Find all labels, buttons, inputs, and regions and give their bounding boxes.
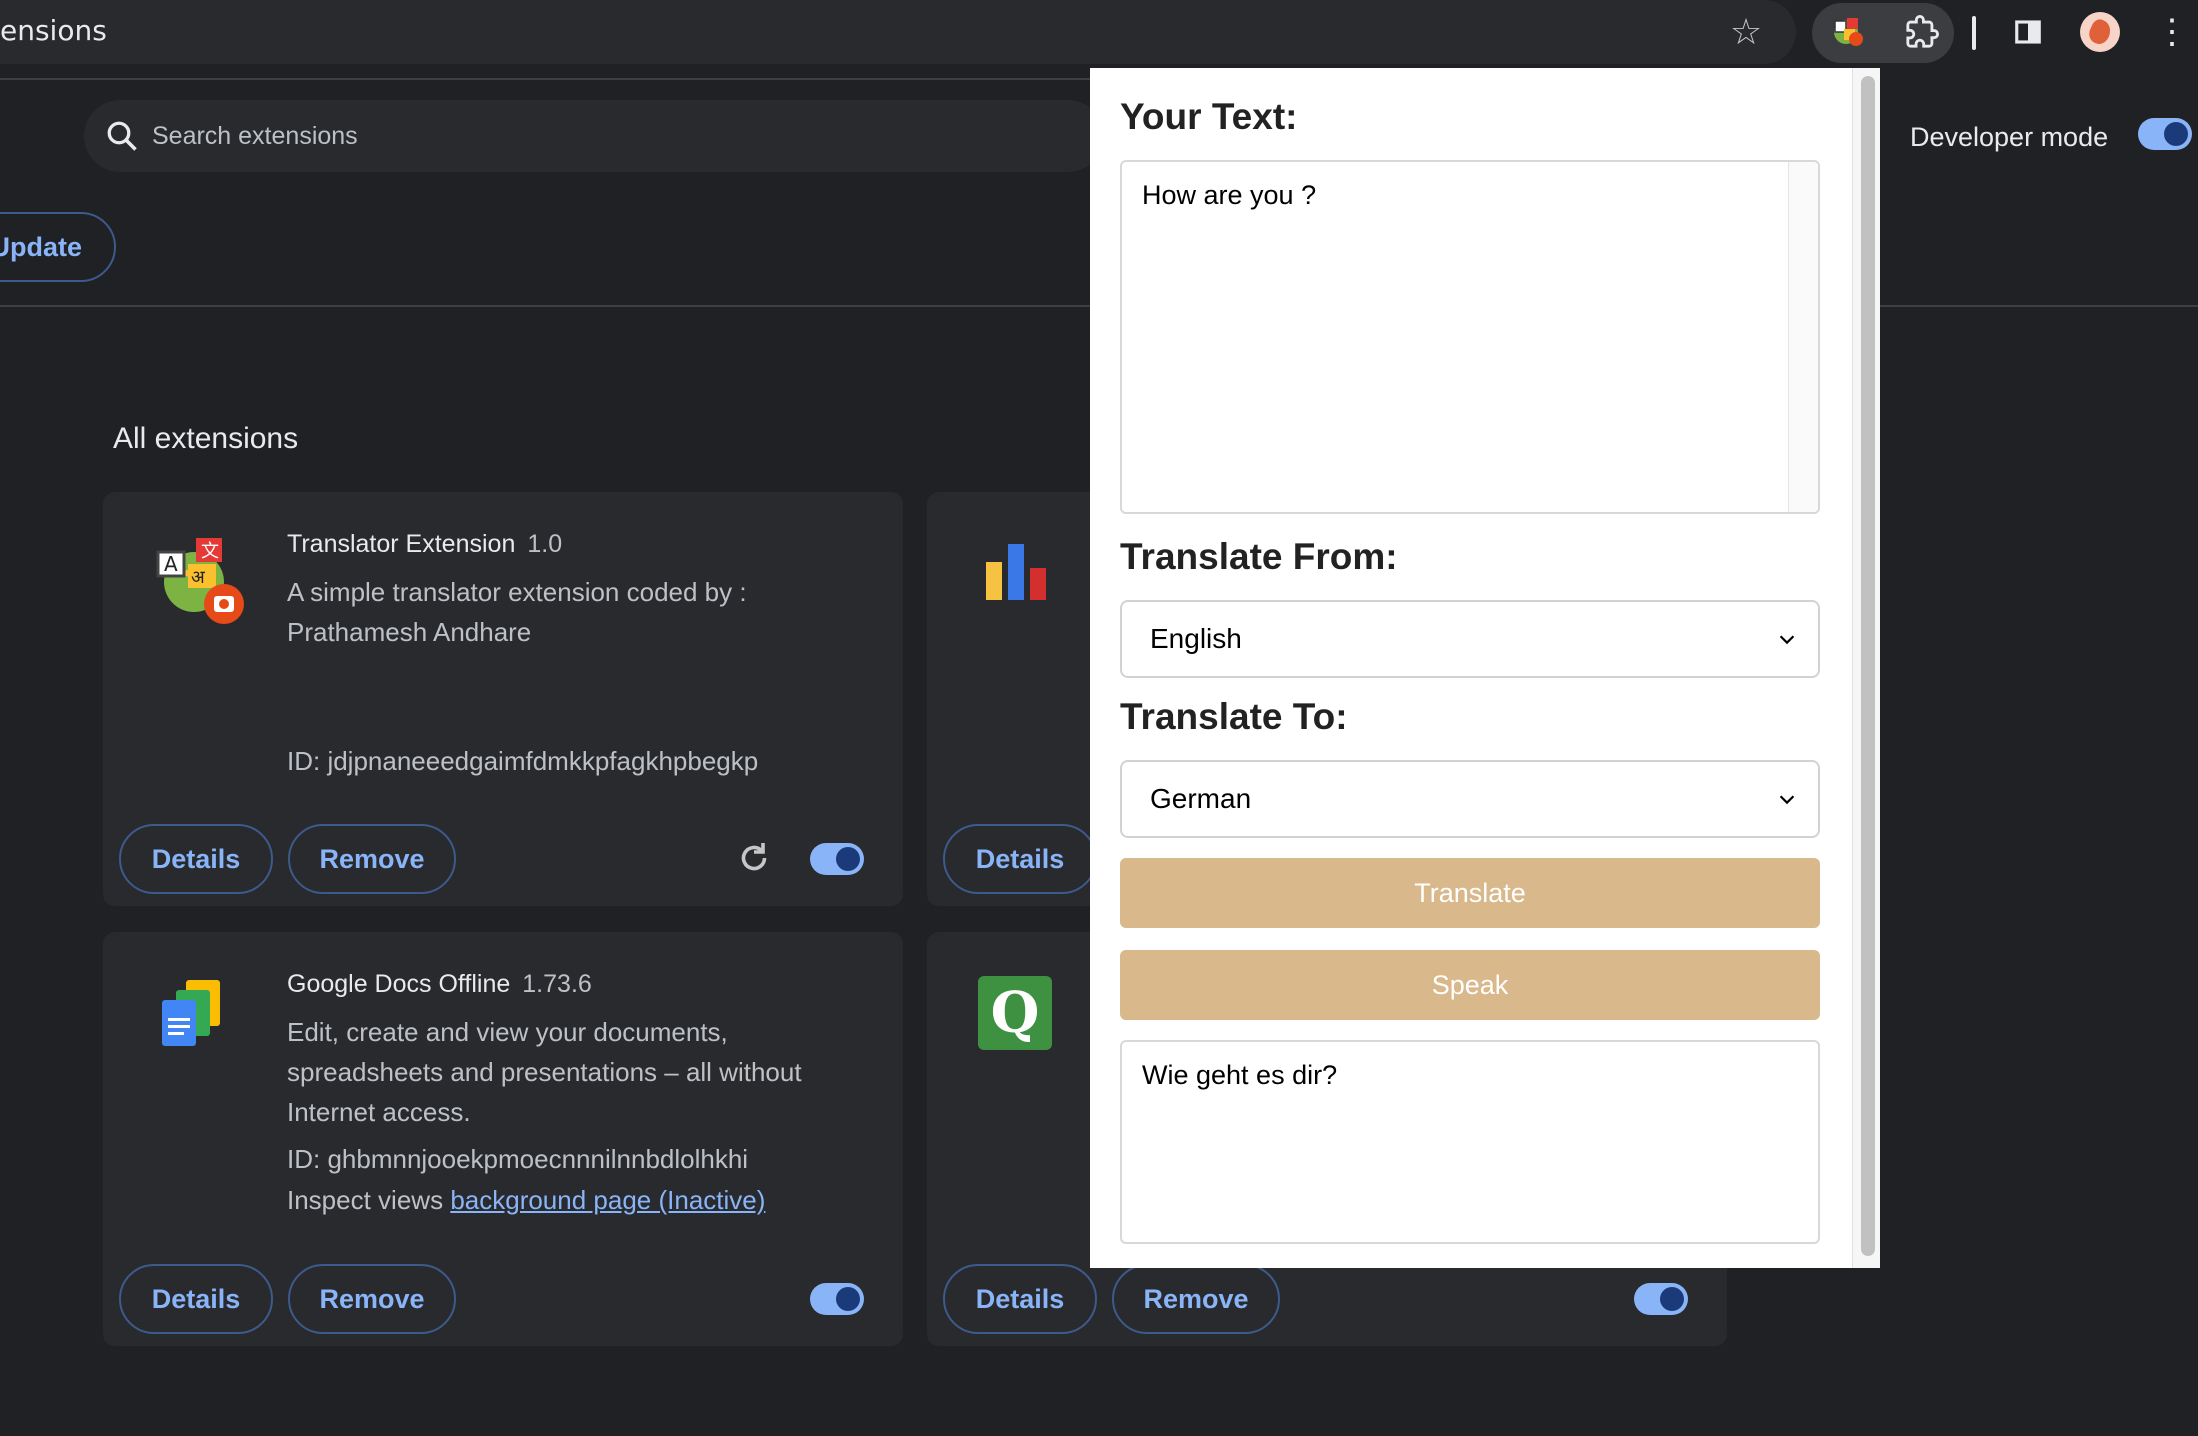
svg-text:文: 文 — [201, 541, 219, 562]
background-page-link[interactable]: background page (Inactive) — [450, 1185, 765, 1215]
extension-description: A simple translator extension coded by :… — [287, 577, 747, 647]
developer-mode-toggle[interactable] — [2138, 118, 2192, 150]
translate-to-select[interactable]: German — [1120, 760, 1820, 838]
extension-enable-toggle[interactable] — [1634, 1283, 1688, 1315]
extensions-puzzle-icon[interactable] — [1900, 10, 1944, 54]
translate-from-label: Translate From: — [1120, 536, 1398, 577]
translator-extension-icon[interactable] — [1826, 10, 1870, 54]
extension-enable-toggle[interactable] — [810, 1283, 864, 1315]
remove-button[interactable]: Remove — [288, 824, 456, 894]
chevron-down-icon — [1779, 635, 1795, 645]
extension-version: 1.73.6 — [522, 970, 592, 998]
popup-scrollbar[interactable] — [1852, 68, 1880, 1268]
charts-extension-logo — [982, 540, 1052, 610]
address-bar[interactable]: ensions — [0, 0, 1796, 64]
details-button[interactable]: Details — [943, 1264, 1097, 1334]
svg-text:A: A — [164, 552, 178, 576]
extension-version: 1.0 — [527, 530, 563, 558]
chevron-down-icon — [1779, 795, 1795, 805]
speak-button[interactable]: Speak — [1120, 950, 1820, 1020]
details-button[interactable]: Details — [119, 824, 273, 894]
extension-enable-toggle[interactable] — [810, 843, 864, 875]
translate-from-select[interactable]: English — [1120, 600, 1820, 678]
details-button[interactable]: Details — [119, 1264, 273, 1334]
your-text-label: Your Text: — [1120, 96, 1298, 137]
translator-extension-logo: A 文 अ — [154, 534, 248, 628]
address-text: ensions — [0, 14, 107, 47]
translate-to-label: Translate To: — [1120, 696, 1348, 737]
extension-description: Edit, create and view your documents, sp… — [287, 1017, 802, 1127]
translate-button[interactable]: Translate — [1120, 858, 1820, 928]
source-text-value: How are you ? — [1142, 180, 1317, 210]
search-icon — [107, 121, 137, 151]
search-placeholder: Search extensions — [152, 122, 358, 150]
toolbar-divider — [1972, 16, 1976, 50]
extension-name: Google Docs Offline 1.73.6 — [287, 970, 592, 998]
google-docs-offline-logo — [156, 976, 230, 1050]
source-text-scrollbar[interactable] — [1788, 162, 1818, 512]
svg-text:अ: अ — [191, 567, 206, 588]
developer-mode-label: Developer mode — [1910, 122, 2109, 152]
translation-output-value: Wie geht es dir? — [1142, 1060, 1338, 1090]
q-extension-logo: Q — [978, 976, 1052, 1050]
source-text-input[interactable]: How are you ? — [1120, 160, 1820, 514]
more-menu-icon[interactable]: ⋮ — [2150, 10, 2194, 54]
browser-toolbar: ensions ☆ ⋮ — [0, 0, 2198, 68]
side-panel-icon[interactable] — [2006, 10, 2050, 54]
remove-button[interactable]: Remove — [1112, 1264, 1280, 1334]
extension-name: Translator Extension 1.0 — [287, 530, 563, 558]
remove-button[interactable]: Remove — [288, 1264, 456, 1334]
translation-output[interactable]: Wie geht es dir? — [1120, 1040, 1820, 1244]
details-button[interactable]: Details — [943, 824, 1097, 894]
extension-id: ID: ghbmnnjooekpmoecnnnilnnbdlolhkhi — [287, 1144, 749, 1174]
toolbar-divider-line — [0, 78, 1092, 80]
update-button[interactable]: Update — [0, 212, 116, 282]
translate-to-value: German — [1150, 783, 1252, 814]
reload-icon[interactable] — [734, 840, 774, 880]
section-title: All extensions — [113, 422, 299, 455]
bookmark-star-icon[interactable]: ☆ — [1726, 12, 1766, 52]
popup-scrollbar-thumb[interactable] — [1861, 76, 1875, 1256]
profile-avatar[interactable] — [2080, 12, 2120, 52]
inspect-views: Inspect views background page (Inactive) — [287, 1185, 766, 1215]
extension-id: ID: jdjpnaneeedgaimfdmkkpfagkhpbegkp — [287, 746, 759, 776]
translate-from-value: English — [1150, 623, 1242, 654]
